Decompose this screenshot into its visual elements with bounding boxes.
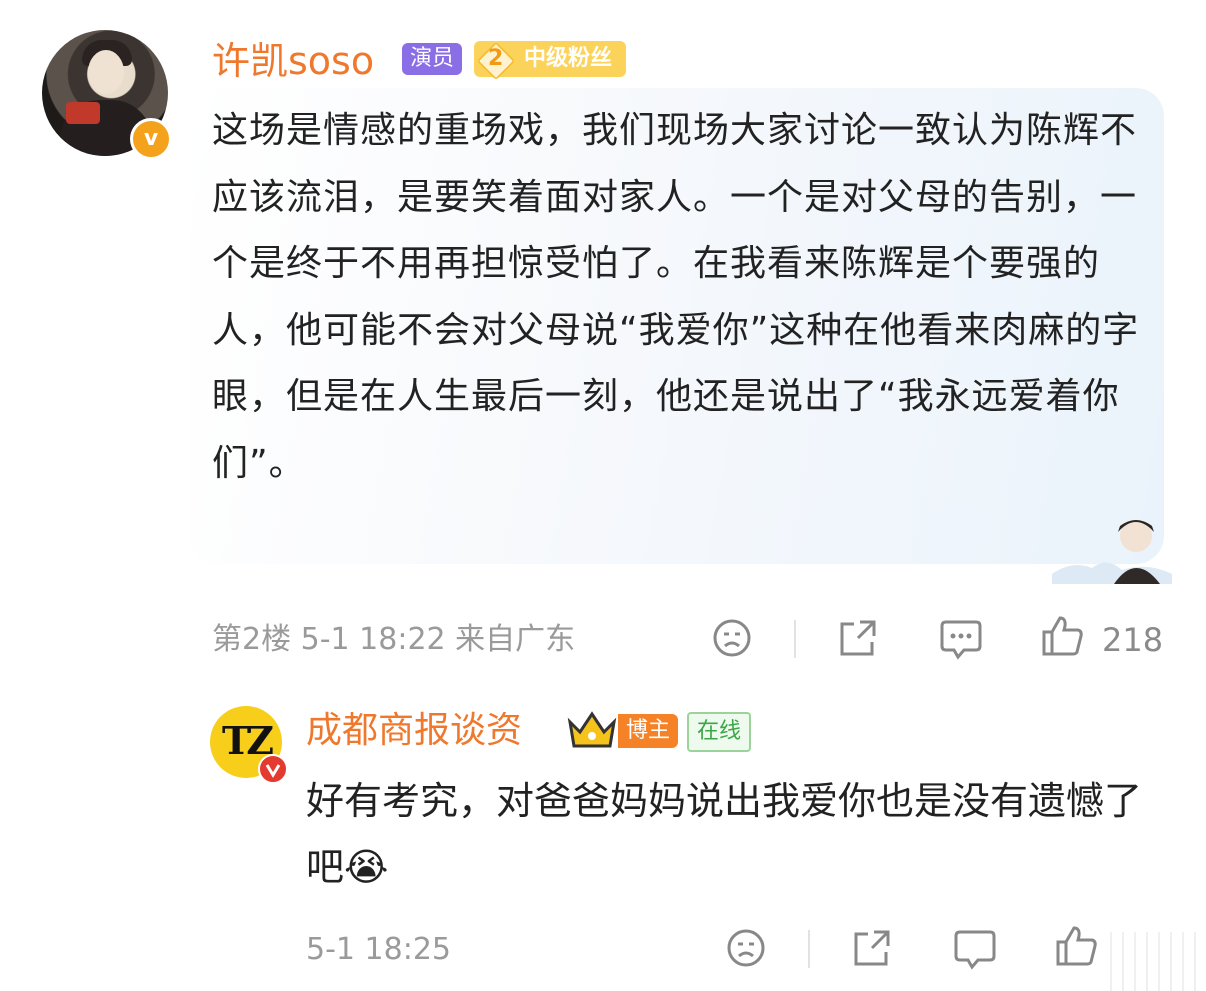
avatar-camera — [66, 102, 100, 124]
comment-icon[interactable] — [940, 618, 982, 660]
reply-text-body: 好有考究，对爸爸妈妈说出我爱你也是没有遗憾了吧 — [306, 779, 1143, 889]
reply-time: 5-1 18:25 — [306, 932, 451, 967]
actor-badge[interactable]: 演员 — [402, 43, 463, 75]
divider — [794, 620, 796, 658]
username[interactable]: 许凯soso — [212, 38, 374, 84]
crown-icon — [567, 711, 617, 748]
fan-level-number: 2 — [488, 46, 504, 71]
comment-meta: 第2楼 5-1 18:22 来自广东 — [212, 622, 576, 657]
like-thumb-icon[interactable] — [1054, 924, 1098, 968]
share-icon[interactable] — [852, 928, 892, 968]
like-thumb-icon[interactable] — [1040, 614, 1084, 658]
host-badge[interactable]: 博主 — [618, 714, 679, 748]
crying-emoji-icon: 😭 — [344, 845, 389, 889]
comment-text: 这场是情感的重场戏，我们现场大家讨论一致认为陈辉不应该流泪，是要笑着面对家人。一… — [212, 110, 1140, 484]
comment-icon[interactable] — [954, 928, 996, 970]
like-count: 218 — [1102, 621, 1164, 659]
dislike-face-icon[interactable] — [712, 618, 752, 658]
watermark — [1100, 932, 1206, 991]
reply-text: 好有考究，对爸爸妈妈说出我爱你也是没有遗憾了吧😭 — [306, 768, 1166, 900]
fan-level-badge[interactable]: 2 中级粉丝 — [474, 41, 626, 81]
verified-v-icon: v — [130, 118, 172, 160]
reply-username[interactable]: 成都商报谈资 — [306, 708, 522, 754]
divider — [808, 930, 810, 968]
fan-badge-label: 中级粉丝 — [524, 46, 613, 71]
online-badge[interactable]: 在线 — [687, 712, 752, 752]
dislike-face-icon[interactable] — [726, 928, 766, 968]
verified-v-icon — [258, 754, 288, 784]
avatar-face — [88, 50, 124, 94]
share-icon[interactable] — [838, 618, 878, 658]
bubble-sticker-icon — [1052, 520, 1172, 584]
